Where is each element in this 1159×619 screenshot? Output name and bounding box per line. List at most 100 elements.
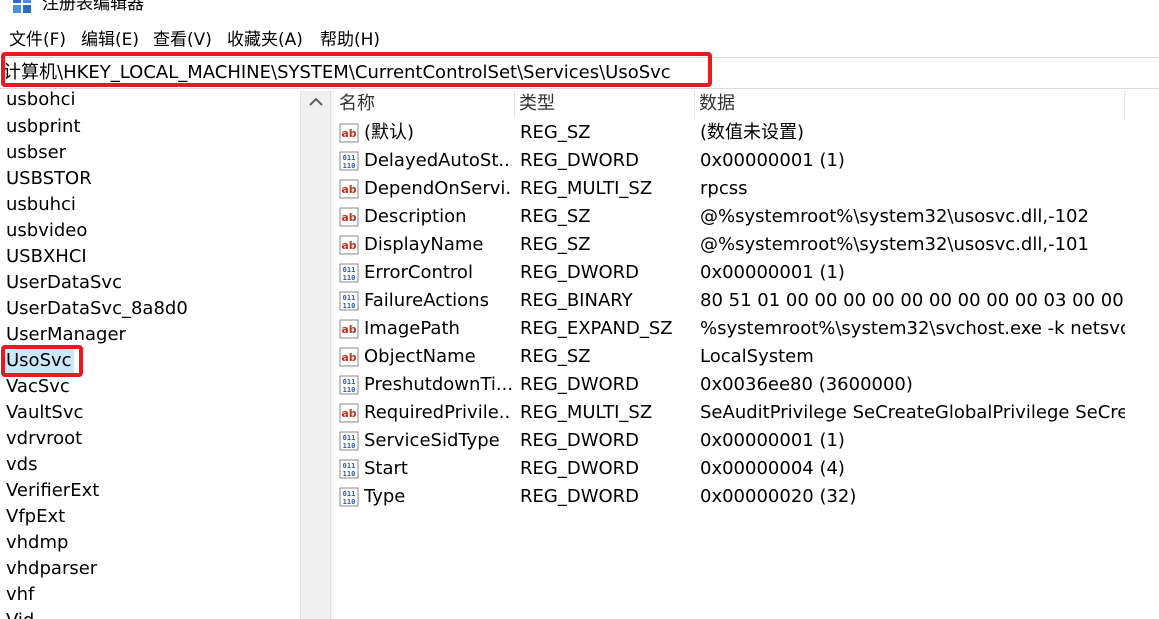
svg-text:ab: ab [341, 351, 356, 364]
svg-text:011: 011 [343, 490, 356, 498]
string-value-icon: ab [339, 347, 359, 367]
value-row[interactable]: 011 110 ServiceSidType REG_DWORD 0x00000001 … [334, 427, 1159, 455]
value-row[interactable]: ab Description REG_SZ @%systemroot%\system3… [334, 203, 1159, 231]
tree-item-usosvc[interactable]: UsoSvc [4, 349, 74, 373]
address-path[interactable]: 计算机\HKEY_LOCAL_MACHINE\SYSTEM\CurrentCon… [3, 61, 671, 85]
menu-help[interactable]: 帮助(H) [320, 29, 380, 51]
value-row[interactable]: ab DisplayName REG_SZ @%systemroot%\system3… [334, 231, 1159, 259]
value-row[interactable]: ab ObjectName REG_SZ LocalSystem [334, 343, 1159, 371]
value-name: ImagePath [364, 318, 460, 339]
value-name: DelayedAutoSt... [364, 150, 512, 171]
tree-item-vds[interactable]: vds [6, 453, 37, 477]
tree-item-usbprint[interactable]: usbprint [6, 115, 81, 139]
binary-value-icon: 011110 [339, 291, 359, 311]
value-type: REG_DWORD [520, 150, 640, 171]
value-row[interactable]: ab ImagePath REG_EXPAND_SZ %systemroot%\sys… [334, 315, 1159, 343]
tree-item-verifierext[interactable]: VerifierExt [6, 479, 99, 503]
values-list[interactable]: 名称 类型 数据 ab (默认) REG_SZ (数值未设置) 011 110 Delaye… [334, 91, 1159, 619]
tree-item-userdatasvc-8a8d0[interactable]: UserDataSvc_8a8d0 [6, 297, 188, 321]
column-headers: 名称 类型 数据 [334, 91, 1159, 118]
value-row[interactable]: 011 110 PreshutdownTi... REG_DWORD 0x0036ee8… [334, 371, 1159, 399]
column-header-name[interactable]: 名称 [334, 91, 514, 118]
menu-file[interactable]: 文件(F) [9, 29, 66, 51]
column-header-type[interactable]: 类型 [514, 91, 694, 118]
value-data: @%systemroot%\system32\usosvc.dll,-102 [700, 206, 1089, 227]
scroll-up-arrow-icon[interactable] [301, 91, 331, 113]
column-header-data[interactable]: 数据 [694, 91, 1124, 118]
value-type: REG_DWORD [520, 374, 640, 395]
tree-item-vid[interactable]: Vid [6, 609, 34, 619]
value-data: LocalSystem [700, 346, 814, 367]
menu-view[interactable]: 查看(V) [153, 29, 212, 51]
value-data: %systemroot%\system32\svchost.exe -k net… [700, 318, 1125, 339]
svg-text:011: 011 [343, 154, 356, 162]
tree-item-usbser[interactable]: usbser [6, 141, 66, 165]
svg-text:110: 110 [343, 442, 356, 450]
tree-item-usbuhci[interactable]: usbuhci [6, 193, 76, 217]
value-row[interactable]: 011 110 Start REG_DWORD 0x00000004 (4) [334, 455, 1159, 483]
tree-item-usbvideo[interactable]: usbvideo [6, 219, 87, 243]
value-name: RequiredPrivile... [364, 402, 512, 423]
svg-text:ab: ab [341, 183, 356, 196]
value-name: Type [364, 486, 406, 507]
value-data: 0x00000004 (4) [700, 458, 845, 479]
tree-item-usbxhci[interactable]: USBXHCI [6, 245, 87, 269]
svg-text:ab: ab [341, 127, 356, 140]
tree-item-vhdparser[interactable]: vhdparser [6, 557, 97, 581]
string-value-icon: ab [339, 319, 359, 339]
svg-text:011: 011 [343, 266, 356, 274]
value-type: REG_DWORD [520, 486, 640, 507]
svg-text:110: 110 [343, 302, 356, 310]
menu-favorites[interactable]: 收藏夹(A) [227, 29, 303, 51]
svg-text:ab: ab [341, 407, 356, 420]
svg-text:ab: ab [341, 323, 356, 336]
tree-item-vacsvc[interactable]: VacSvc [6, 375, 70, 399]
value-name: DisplayName [364, 234, 484, 255]
value-row[interactable]: 011 110 Type REG_DWORD 0x00000020 (32) [334, 483, 1159, 511]
svg-text:110: 110 [343, 162, 356, 170]
value-row[interactable]: ab (默认) REG_SZ (数值未设置) [334, 119, 1159, 147]
tree-item-usbohci[interactable]: usbohci [6, 91, 76, 112]
value-name: PreshutdownTi... [364, 374, 512, 395]
key-tree[interactable]: usbohci usbprint usbser USBSTOR usbuhci … [0, 91, 300, 619]
value-row[interactable]: 011 110 ErrorControl REG_DWORD 0x00000001 (1… [334, 259, 1159, 287]
tree-item-vfpext[interactable]: VfpExt [6, 505, 65, 529]
value-row[interactable]: 011 110 DelayedAutoSt... REG_DWORD 0x0000000… [334, 147, 1159, 175]
value-row[interactable]: ab DependOnServi... REG_MULTI_SZ rpcss [334, 175, 1159, 203]
value-type: REG_EXPAND_SZ [520, 318, 673, 339]
string-value-icon: ab [339, 179, 359, 199]
tree-item-userdatasvc[interactable]: UserDataSvc [6, 271, 122, 295]
tree-item-vhf[interactable]: vhf [6, 583, 34, 607]
address-bar[interactable]: 计算机\HKEY_LOCAL_MACHINE\SYSTEM\CurrentCon… [0, 57, 1159, 89]
value-type: REG_DWORD [520, 262, 640, 283]
value-type: REG_SZ [520, 122, 591, 143]
value-name: ServiceSidType [364, 430, 500, 451]
string-value-icon: ab [339, 123, 359, 143]
value-row[interactable]: 011 110 FailureActions REG_BINARY 80 51 01 0… [334, 287, 1159, 315]
value-type: REG_SZ [520, 206, 591, 227]
value-data: rpcss [700, 178, 748, 199]
tree-item-vaultsvc[interactable]: VaultSvc [6, 401, 83, 425]
tree-scrollbar[interactable] [300, 91, 331, 619]
svg-text:110: 110 [343, 470, 356, 478]
value-type: REG_SZ [520, 234, 591, 255]
binary-value-icon: 011110 [339, 459, 359, 479]
value-name: FailureActions [364, 290, 489, 311]
value-data: (数值未设置) [700, 122, 805, 143]
svg-text:011: 011 [343, 462, 356, 470]
binary-value-icon: 011110 [339, 263, 359, 283]
value-name: Start [364, 458, 408, 479]
menu-edit[interactable]: 编辑(E) [81, 29, 139, 51]
tree-item-usermanager[interactable]: UserManager [6, 323, 126, 347]
column-separator[interactable] [1124, 91, 1125, 118]
tree-item-usbstor[interactable]: USBSTOR [6, 167, 92, 191]
tree-item-vdrvroot[interactable]: vdrvroot [6, 427, 82, 451]
value-row[interactable]: ab RequiredPrivile... REG_MULTI_SZ SeAuditP… [334, 399, 1159, 427]
tree-item-vhdmp[interactable]: vhdmp [6, 531, 68, 555]
svg-text:110: 110 [343, 386, 356, 394]
value-data: SeAuditPrivilege SeCreateGlobalPrivilege… [700, 402, 1125, 423]
svg-text:ab: ab [341, 211, 356, 224]
value-type: REG_DWORD [520, 430, 640, 451]
value-name: DependOnServi... [364, 178, 512, 199]
title-bar: 注册表编辑器 [0, 0, 1159, 22]
